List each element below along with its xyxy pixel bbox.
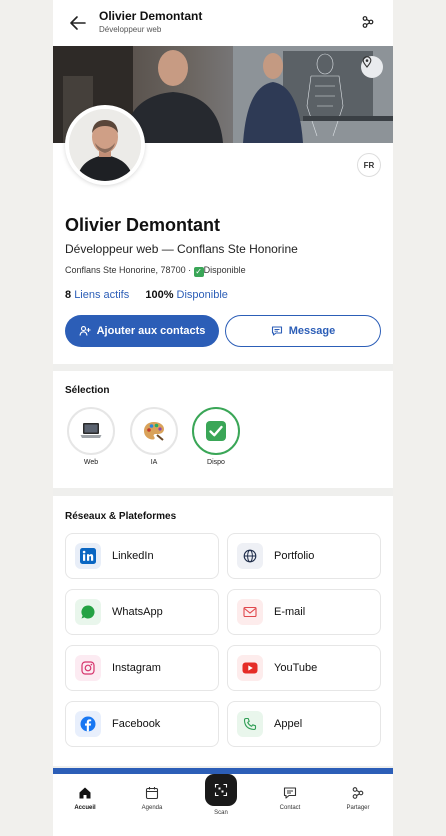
profile-stats: 8 Liens actifs 100% Disponible: [65, 289, 228, 301]
network-youtube[interactable]: YouTube: [227, 645, 381, 691]
links-count: 8: [65, 289, 72, 301]
nav-label: Partager: [346, 805, 370, 811]
network-facebook[interactable]: Facebook: [65, 701, 219, 747]
facebook-icon: [80, 716, 96, 732]
palette-icon: [144, 422, 164, 441]
qr-scan-icon: [214, 783, 228, 797]
phone-icon: [243, 717, 257, 731]
selection-label: Dispo: [207, 459, 225, 466]
add-user-icon: [79, 326, 91, 336]
selection-item-web[interactable]: Web: [66, 407, 116, 466]
message-button[interactable]: Message: [225, 315, 381, 347]
app-screen: Olivier Demontant Développeur web FR Oli…: [53, 0, 393, 836]
chat-icon: [283, 787, 297, 799]
share-icon: [362, 16, 374, 28]
instagram-icon: [81, 661, 95, 675]
back-button[interactable]: [67, 12, 89, 34]
availability-label: Disponible: [176, 289, 228, 301]
calendar-icon: [145, 787, 159, 800]
availability-text: Disponible: [203, 265, 246, 275]
networks-title: Réseaux & Plateformes: [65, 511, 177, 522]
avatar-photo: [69, 109, 141, 181]
selection-label: Web: [83, 459, 99, 466]
nav-item-home[interactable]: Accueil: [57, 786, 113, 811]
avatar: [65, 105, 145, 185]
map-pin-icon: [362, 56, 372, 68]
profile-name: Olivier Demontant: [65, 215, 221, 235]
nav-label: Agenda: [141, 805, 163, 811]
mail-icon: [243, 606, 257, 618]
header-name: Olivier Demontant: [99, 9, 203, 23]
selection-item-ia[interactable]: IA: [129, 407, 179, 466]
youtube-icon: [242, 662, 258, 674]
network-instagram[interactable]: Instagram: [65, 645, 219, 691]
network-label: LinkedIn: [112, 550, 154, 562]
nav-label: Accueil: [74, 805, 96, 811]
check-mark-icon: ✓: [193, 267, 204, 277]
network-label: Facebook: [112, 718, 161, 730]
whatsapp-icon: [81, 605, 95, 619]
network-linkedin[interactable]: LinkedIn: [65, 533, 219, 579]
nav-item-contact[interactable]: Contact: [262, 786, 318, 811]
network-label: Instagram: [112, 662, 161, 674]
location-button[interactable]: [361, 56, 383, 78]
add-contact-label: Ajouter aux contacts: [96, 325, 206, 337]
header-subtitle: Développeur web: [99, 25, 162, 34]
check-mark-icon: [206, 421, 226, 441]
laptop-icon: [80, 423, 102, 438]
arrow-left-icon: [70, 16, 86, 30]
network-label: YouTube: [274, 662, 318, 674]
top-bar: Olivier Demontant Développeur web: [53, 0, 393, 46]
nav-item-agenda[interactable]: Agenda: [124, 786, 180, 811]
nav-label: Contact: [279, 805, 301, 811]
home-icon: [79, 787, 91, 799]
scan-button[interactable]: [205, 774, 237, 806]
chat-icon: [271, 326, 282, 336]
share-button[interactable]: [361, 15, 375, 29]
message-label: Message: [288, 325, 336, 337]
network-label: E-mail: [274, 606, 306, 618]
linkedin-icon: [80, 548, 96, 564]
profile-role: Développeur web — Conflans Ste Honorine: [65, 242, 298, 256]
network-label: WhatsApp: [112, 606, 163, 618]
nav-item-share[interactable]: Partager: [330, 786, 386, 811]
share-icon: [352, 787, 364, 799]
add-contact-button[interactable]: Ajouter aux contacts: [65, 315, 219, 347]
nav-label: Scan: [214, 810, 228, 816]
network-phone[interactable]: Appel: [227, 701, 381, 747]
profile-card: FR Olivier Demontant Développeur web — C…: [53, 105, 393, 364]
network-whatsapp[interactable]: WhatsApp: [65, 589, 219, 635]
location-text: Conflans Ste Honorine, 78700 ·: [65, 265, 194, 275]
links-label: Liens actifs: [74, 289, 130, 301]
globe-icon: [243, 549, 257, 563]
network-label: Appel: [274, 718, 303, 730]
network-portfolio[interactable]: Portfolio: [227, 533, 381, 579]
selection-title: Sélection: [65, 385, 110, 396]
networks-section: Réseaux & Plateformes LinkedIn Portfolio…: [53, 496, 393, 766]
selection-label: IA: [150, 459, 158, 466]
selection-item-dispo[interactable]: Dispo: [191, 407, 241, 466]
availability-percent: 100%: [145, 289, 174, 301]
profile-location: Conflans Ste Honorine, 78700 · ✓ Disponib…: [65, 265, 246, 277]
network-label: Portfolio: [274, 550, 315, 562]
network-email[interactable]: E-mail: [227, 589, 381, 635]
selection-section: Sélection Web IA Dispo: [53, 371, 393, 488]
language-button[interactable]: FR: [357, 153, 381, 177]
bottom-nav: Accueil Agenda Scan Contact Partager: [53, 774, 393, 836]
